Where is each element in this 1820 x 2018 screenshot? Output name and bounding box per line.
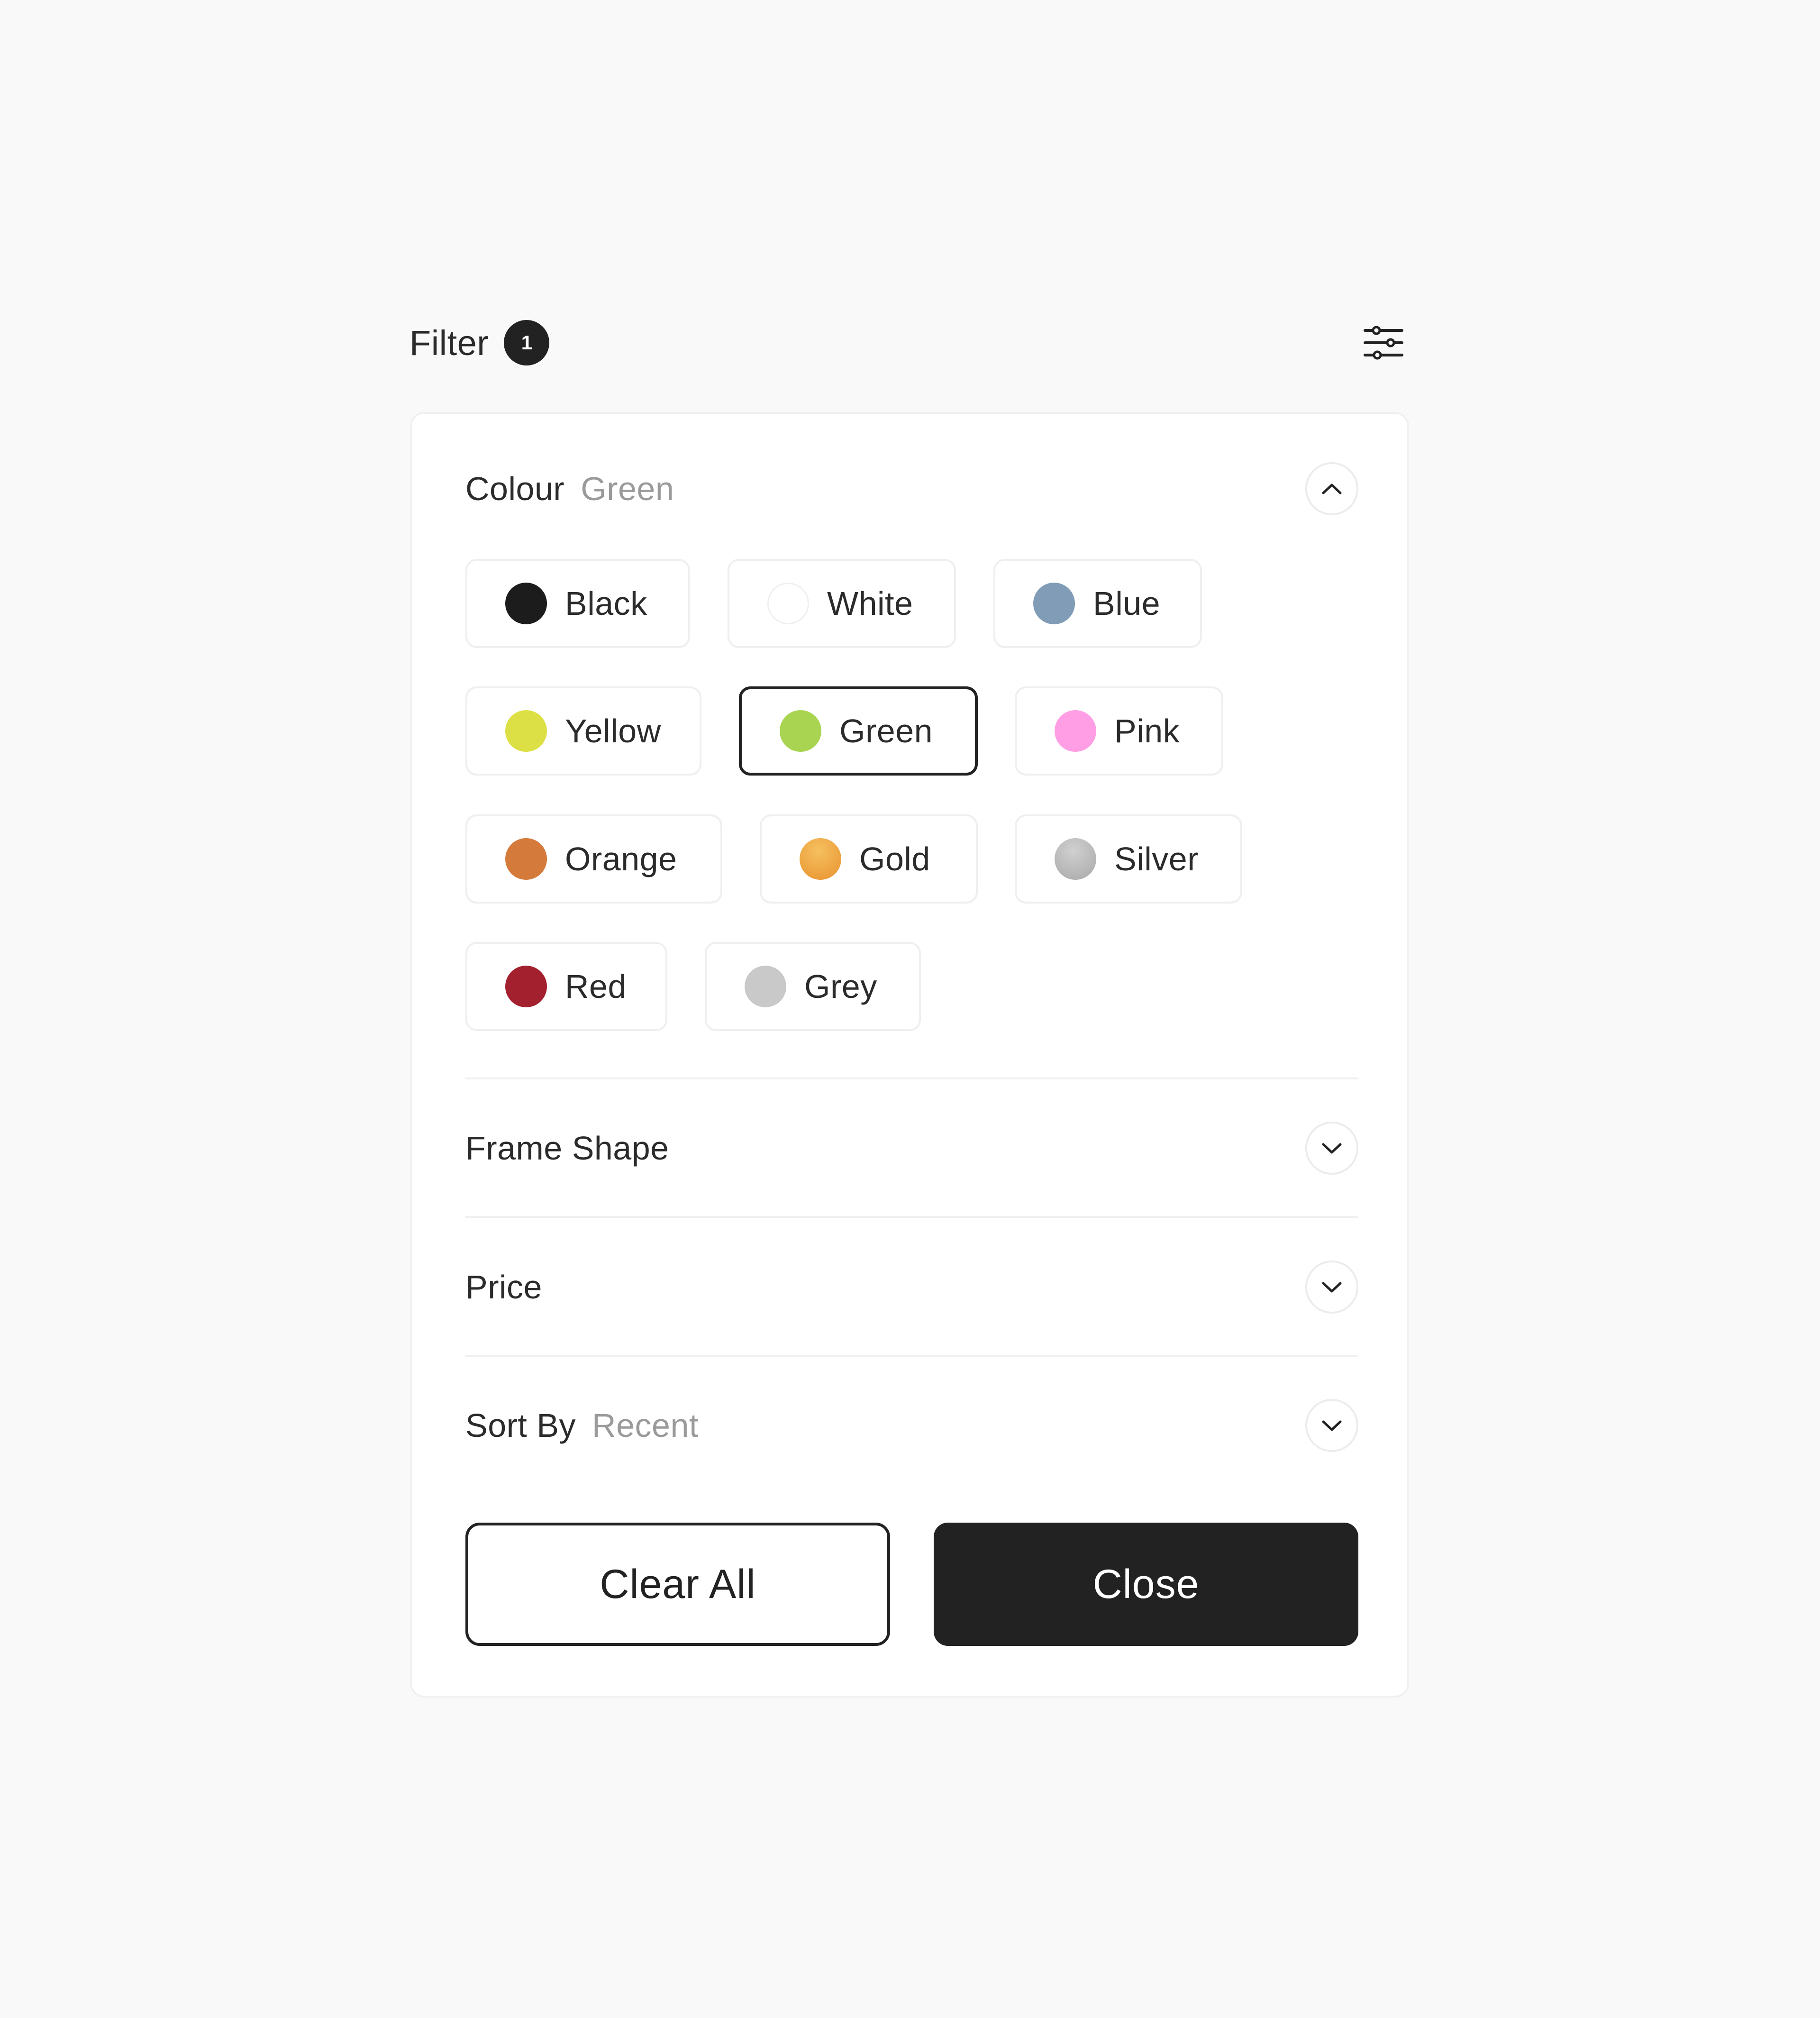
colour-option-label: Pink [1114, 712, 1180, 749]
colour-option-label: Gold [859, 840, 930, 877]
chevron-down-icon [1322, 1143, 1342, 1154]
section-divider [465, 1355, 1358, 1357]
orange-swatch [505, 838, 547, 880]
sort-by-expand-button[interactable] [1305, 1399, 1358, 1452]
colour-option-black[interactable]: Black [465, 559, 690, 648]
green-swatch [780, 710, 821, 752]
red-swatch [505, 966, 547, 1007]
colour-option-label: Yellow [565, 712, 661, 749]
yellow-swatch [505, 710, 547, 752]
colour-option-label: Grey [804, 968, 877, 1005]
filter-header: Filter 1 [410, 318, 1410, 368]
silver-swatch [1055, 838, 1096, 880]
colour-section-header[interactable]: Colour Green [465, 462, 1358, 515]
filter-panel: Colour Green Black White Blue Yellow Gre… [410, 412, 1409, 1698]
chevron-down-icon [1322, 1420, 1342, 1431]
colour-option-orange[interactable]: Orange [465, 814, 722, 904]
colour-option-label: Orange [565, 840, 677, 877]
price-label-group: Price [465, 1268, 542, 1306]
price-section-label: Price [465, 1269, 542, 1306]
filter-title: Filter [410, 323, 489, 363]
colour-option-grey[interactable]: Grey [705, 942, 921, 1031]
chevron-up-icon [1322, 484, 1342, 494]
frame-shape-section-header[interactable]: Frame Shape [465, 1122, 1358, 1175]
black-swatch [505, 583, 547, 624]
clear-all-button[interactable]: Clear All [465, 1523, 890, 1646]
chevron-down-icon [1322, 1282, 1342, 1293]
colour-option-label: Blue [1093, 585, 1161, 622]
colour-option-green[interactable]: Green [739, 686, 978, 776]
colour-option-red[interactable]: Red [465, 942, 667, 1031]
colour-option-label: Red [565, 968, 627, 1005]
white-swatch [767, 583, 809, 624]
filter-title-group: Filter 1 [410, 320, 550, 365]
colour-option-pink[interactable]: Pink [1015, 686, 1223, 776]
pink-swatch [1055, 710, 1096, 752]
colour-label-group: Colour Green [465, 470, 674, 508]
frame-shape-expand-button[interactable] [1305, 1122, 1358, 1175]
close-button[interactable]: Close [934, 1523, 1358, 1646]
colour-option-yellow[interactable]: Yellow [465, 686, 701, 776]
gold-swatch [800, 838, 841, 880]
colour-option-silver[interactable]: Silver [1015, 814, 1242, 904]
price-expand-button[interactable] [1305, 1260, 1358, 1314]
colour-option-gold[interactable]: Gold [760, 814, 978, 904]
blue-swatch [1033, 583, 1075, 624]
sort-by-section-label: Sort By [465, 1407, 576, 1444]
colour-selected-value: Green [581, 470, 674, 507]
sort-by-label-group: Sort By Recent [465, 1406, 699, 1444]
colour-option-label: White [827, 585, 913, 622]
grey-swatch [745, 966, 786, 1007]
colour-option-label: Silver [1114, 840, 1199, 877]
colour-option-label: Green [839, 712, 933, 749]
colour-option-blue[interactable]: Blue [993, 559, 1202, 648]
price-section-header[interactable]: Price [465, 1260, 1358, 1314]
colour-section-label: Colour [465, 470, 565, 507]
colour-option-label: Black [565, 585, 647, 622]
sort-by-selected-value: Recent [592, 1407, 699, 1444]
filter-settings-button[interactable] [1357, 317, 1410, 369]
frame-shape-label-group: Frame Shape [465, 1129, 669, 1167]
section-divider [465, 1077, 1358, 1079]
filter-count-badge: 1 [504, 320, 550, 365]
frame-shape-section-label: Frame Shape [465, 1130, 669, 1167]
sort-by-section-header[interactable]: Sort By Recent [465, 1399, 1358, 1452]
colour-option-white[interactable]: White [728, 559, 956, 648]
colour-collapse-button[interactable] [1305, 462, 1358, 515]
sliders-icon [1364, 326, 1403, 360]
section-divider [465, 1216, 1358, 1218]
